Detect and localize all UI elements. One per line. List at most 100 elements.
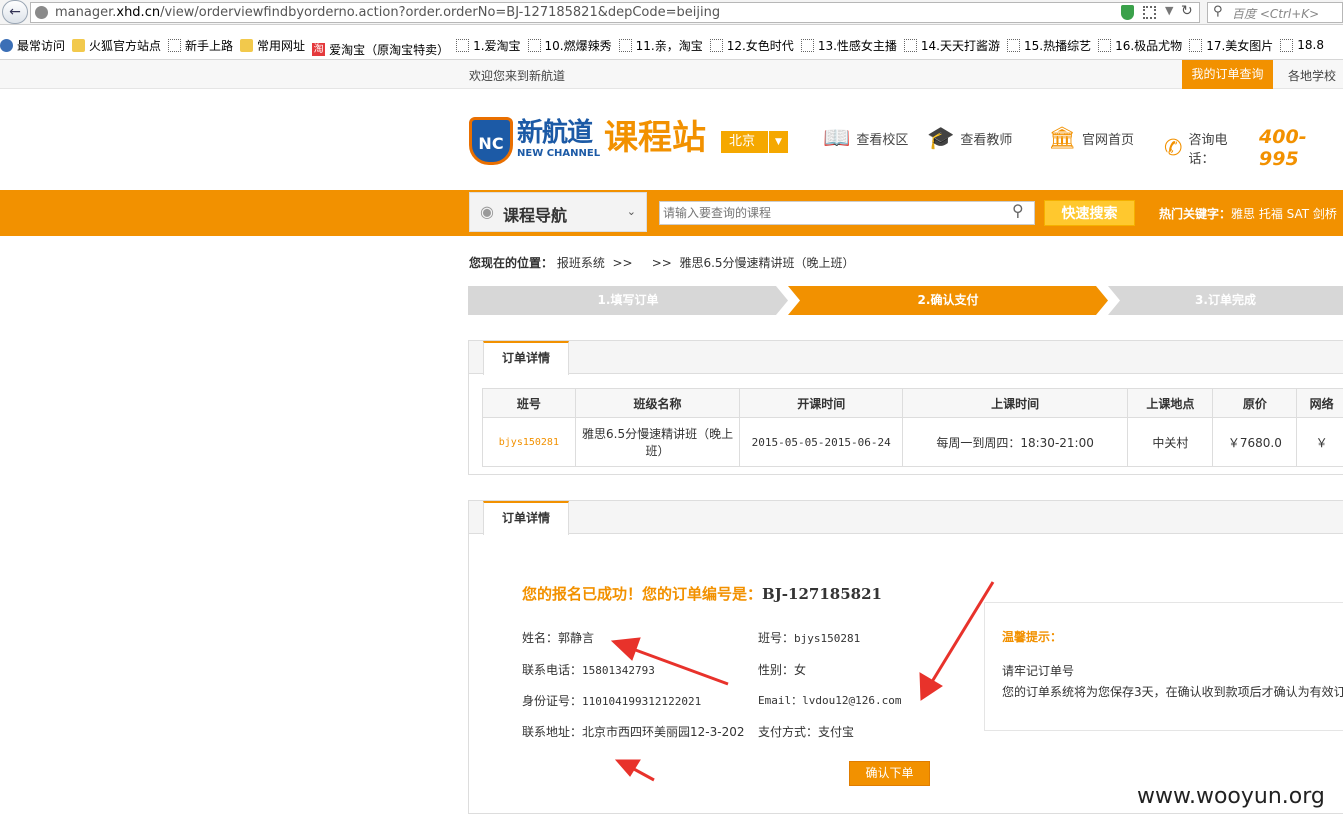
tab-bar: 订单详情: [469, 501, 1343, 535]
bookmark-item[interactable]: 常用网址: [240, 34, 305, 56]
net-price-cell: ￥: [1296, 417, 1343, 467]
breadcrumb-separator: >>: [651, 256, 672, 270]
course-nav-dropdown[interactable]: ◉ 课程导航 ⌄: [469, 192, 647, 232]
field-value: lvdou12@126.com: [802, 694, 902, 707]
logo[interactable]: NC: [469, 117, 513, 165]
tab-order-details[interactable]: 订单详情: [483, 341, 569, 375]
bookmark-label: 10.燃爆辣秀: [544, 38, 612, 53]
tips-line: 请牢记订单号: [1002, 664, 1075, 678]
bookmark-item[interactable]: 最常访问: [0, 34, 65, 56]
bookmarks-bar: 最常访问 火狐官方站点 新手上路 常用网址淘爱淘宝（原淘宝特卖） 1.爱淘宝 10.燃爆辣…: [0, 34, 1343, 57]
order-number: BJ-127185821: [762, 585, 882, 603]
bookmark-label: 最常访问: [17, 38, 66, 53]
chevron-down-icon: ⌄: [626, 205, 636, 218]
page-icon: [1280, 38, 1294, 52]
bookmark-item[interactable]: 17.美女图片: [1189, 34, 1273, 56]
page-icon: [1007, 38, 1020, 52]
reload-icon[interactable]: ↻: [1181, 3, 1193, 19]
url-text[interactable]: manager.xhd.cn/view/orderviewfindbyorder…: [55, 5, 720, 20]
search-icon[interactable]: ⚲: [1012, 201, 1024, 220]
schools-link[interactable]: 各地学校: [1288, 67, 1336, 84]
price-cell: ￥7680.0: [1212, 417, 1298, 467]
success-text: 您的报名已成功！您的订单编号是：: [522, 585, 763, 603]
site-topbar: 欢迎您来到新航道 我的订单查询 各地学校: [0, 60, 1343, 89]
field-label: Email：: [758, 694, 803, 707]
bookmark-item[interactable]: 火狐官方站点: [72, 34, 161, 56]
bookmark-label: 18.8: [1297, 38, 1324, 52]
bookmark-item[interactable]: 11.亲，淘宝: [618, 34, 703, 56]
field-value: bjys150281: [794, 632, 861, 645]
search-icon: ⚲: [1213, 4, 1223, 19]
address-bar[interactable]: manager.xhd.cn/view/orderviewfindbyorder…: [30, 2, 1200, 23]
field-label: 支付方式：: [758, 725, 819, 739]
bookmark-item[interactable]: 新手上路: [168, 34, 233, 56]
url-prefix: manager.: [55, 5, 117, 20]
nav-campus[interactable]: 📖 查看校区: [823, 126, 908, 151]
course-table: 班号 班级名称 开课时间 上课时间 上课地点 原价 网络 bjys150281 …: [482, 388, 1343, 467]
field-label: 班号：: [758, 631, 795, 645]
bookmark-item[interactable]: 16.极品尤物: [1098, 34, 1182, 56]
chevron-down-icon: ▼: [768, 131, 788, 153]
nav-teachers[interactable]: 🎓 查看教师: [927, 126, 1012, 151]
field-name: 姓名：郭静言: [522, 629, 594, 646]
url-domain: xhd.cn: [116, 5, 161, 20]
bookmark-item[interactable]: 14.天天打酱游: [903, 34, 1000, 56]
back-button[interactable]: ←: [2, 0, 28, 24]
nav-label: 查看教师: [960, 133, 1013, 148]
phone-number: 400-995: [1259, 126, 1307, 170]
field-value: 15801342793: [582, 664, 655, 677]
class-code-cell[interactable]: bjys150281: [482, 417, 576, 467]
qrcode-icon[interactable]: [1143, 6, 1156, 19]
column-header: 网络: [1296, 388, 1343, 418]
page-icon: [1189, 38, 1203, 52]
column-header: 班号: [482, 388, 576, 418]
breadcrumb-item[interactable]: 报班系统: [557, 256, 605, 270]
hot-keywords-links[interactable]: 雅思 托福 SAT 剑桥: [1231, 207, 1337, 221]
watermark: www.wooyun.org: [1137, 784, 1325, 809]
bookmark-item[interactable]: 淘爱淘宝（原淘宝特卖）: [312, 38, 449, 60]
my-order-link[interactable]: 我的订单查询: [1182, 60, 1273, 89]
bookmark-label: 爱淘宝（原淘宝特卖）: [329, 42, 450, 57]
hot-keywords-label: 热门关键字：: [1159, 207, 1232, 221]
bookmark-item[interactable]: 18.8: [1280, 34, 1324, 56]
globe-icon: [35, 6, 48, 19]
bookmark-label: 新手上路: [185, 38, 234, 53]
bookmark-item[interactable]: 13.性感女主播: [800, 34, 897, 56]
field-value: 支付宝: [818, 725, 855, 739]
course-nav-label: 课程导航: [503, 206, 568, 225]
class-name-cell: 雅思6.5分慢速精讲班（晚上班）: [574, 417, 741, 467]
confirm-order-button[interactable]: 确认下单: [849, 761, 930, 786]
table-header-row: 班号 班级名称 开课时间 上课时间 上课地点 原价 网络: [482, 388, 1343, 418]
bookmark-item[interactable]: 15.热播综艺: [1007, 34, 1091, 56]
step-order-complete: 3.订单完成: [1108, 286, 1343, 315]
taobao-icon: 淘: [312, 42, 326, 56]
column-header: 班级名称: [574, 388, 741, 418]
breadcrumb-current: 雅思6.5分慢速精讲班（晚上班）: [679, 256, 855, 270]
quick-search-button[interactable]: 快速搜索: [1044, 200, 1135, 226]
city-label: 北京: [729, 134, 756, 149]
city-selector[interactable]: 北京 ▼: [721, 131, 788, 153]
course-details-panel: 订单详情 班号 班级名称 开课时间 上课时间 上课地点 原价 网络 bjys15…: [468, 340, 1343, 475]
nav-home[interactable]: 🏛 官网首页: [1048, 126, 1134, 151]
field-label: 性别：: [758, 663, 795, 677]
folder-icon: [240, 38, 254, 52]
brand-name-en: NEW CHANNEL: [517, 148, 601, 159]
bookmark-item[interactable]: 12.女色时代: [709, 34, 794, 56]
bookmark-item[interactable]: 1.爱淘宝: [456, 34, 521, 56]
tips-line: 您的订单系统将为您保存3天，在确认收到款项后才确认为有效订: [1002, 685, 1343, 699]
browser-search-box[interactable]: ⚲ 百度 <Ctrl+K>: [1207, 2, 1343, 23]
page-icon: [527, 38, 541, 52]
dropdown-icon[interactable]: ▼: [1165, 4, 1173, 17]
course-search-input[interactable]: [659, 201, 1035, 225]
shield-icon[interactable]: [1121, 5, 1134, 20]
tab-bar: 订单详情: [469, 341, 1343, 375]
tab-order-details[interactable]: 订单详情: [483, 501, 569, 535]
bookmark-label: 11.亲，淘宝: [635, 38, 703, 53]
nav-label: 查看校区: [856, 133, 909, 148]
nav-label: 官网首页: [1081, 133, 1134, 148]
field-address: 联系地址：北京市西四环美丽园12-3-202: [522, 723, 745, 740]
bookmark-label: 14.天天打酱游: [920, 38, 1000, 53]
bookmark-item[interactable]: 10.燃爆辣秀: [527, 34, 612, 56]
page-icon: [800, 38, 814, 52]
step-fill-order: 1.填写订单: [468, 286, 788, 315]
